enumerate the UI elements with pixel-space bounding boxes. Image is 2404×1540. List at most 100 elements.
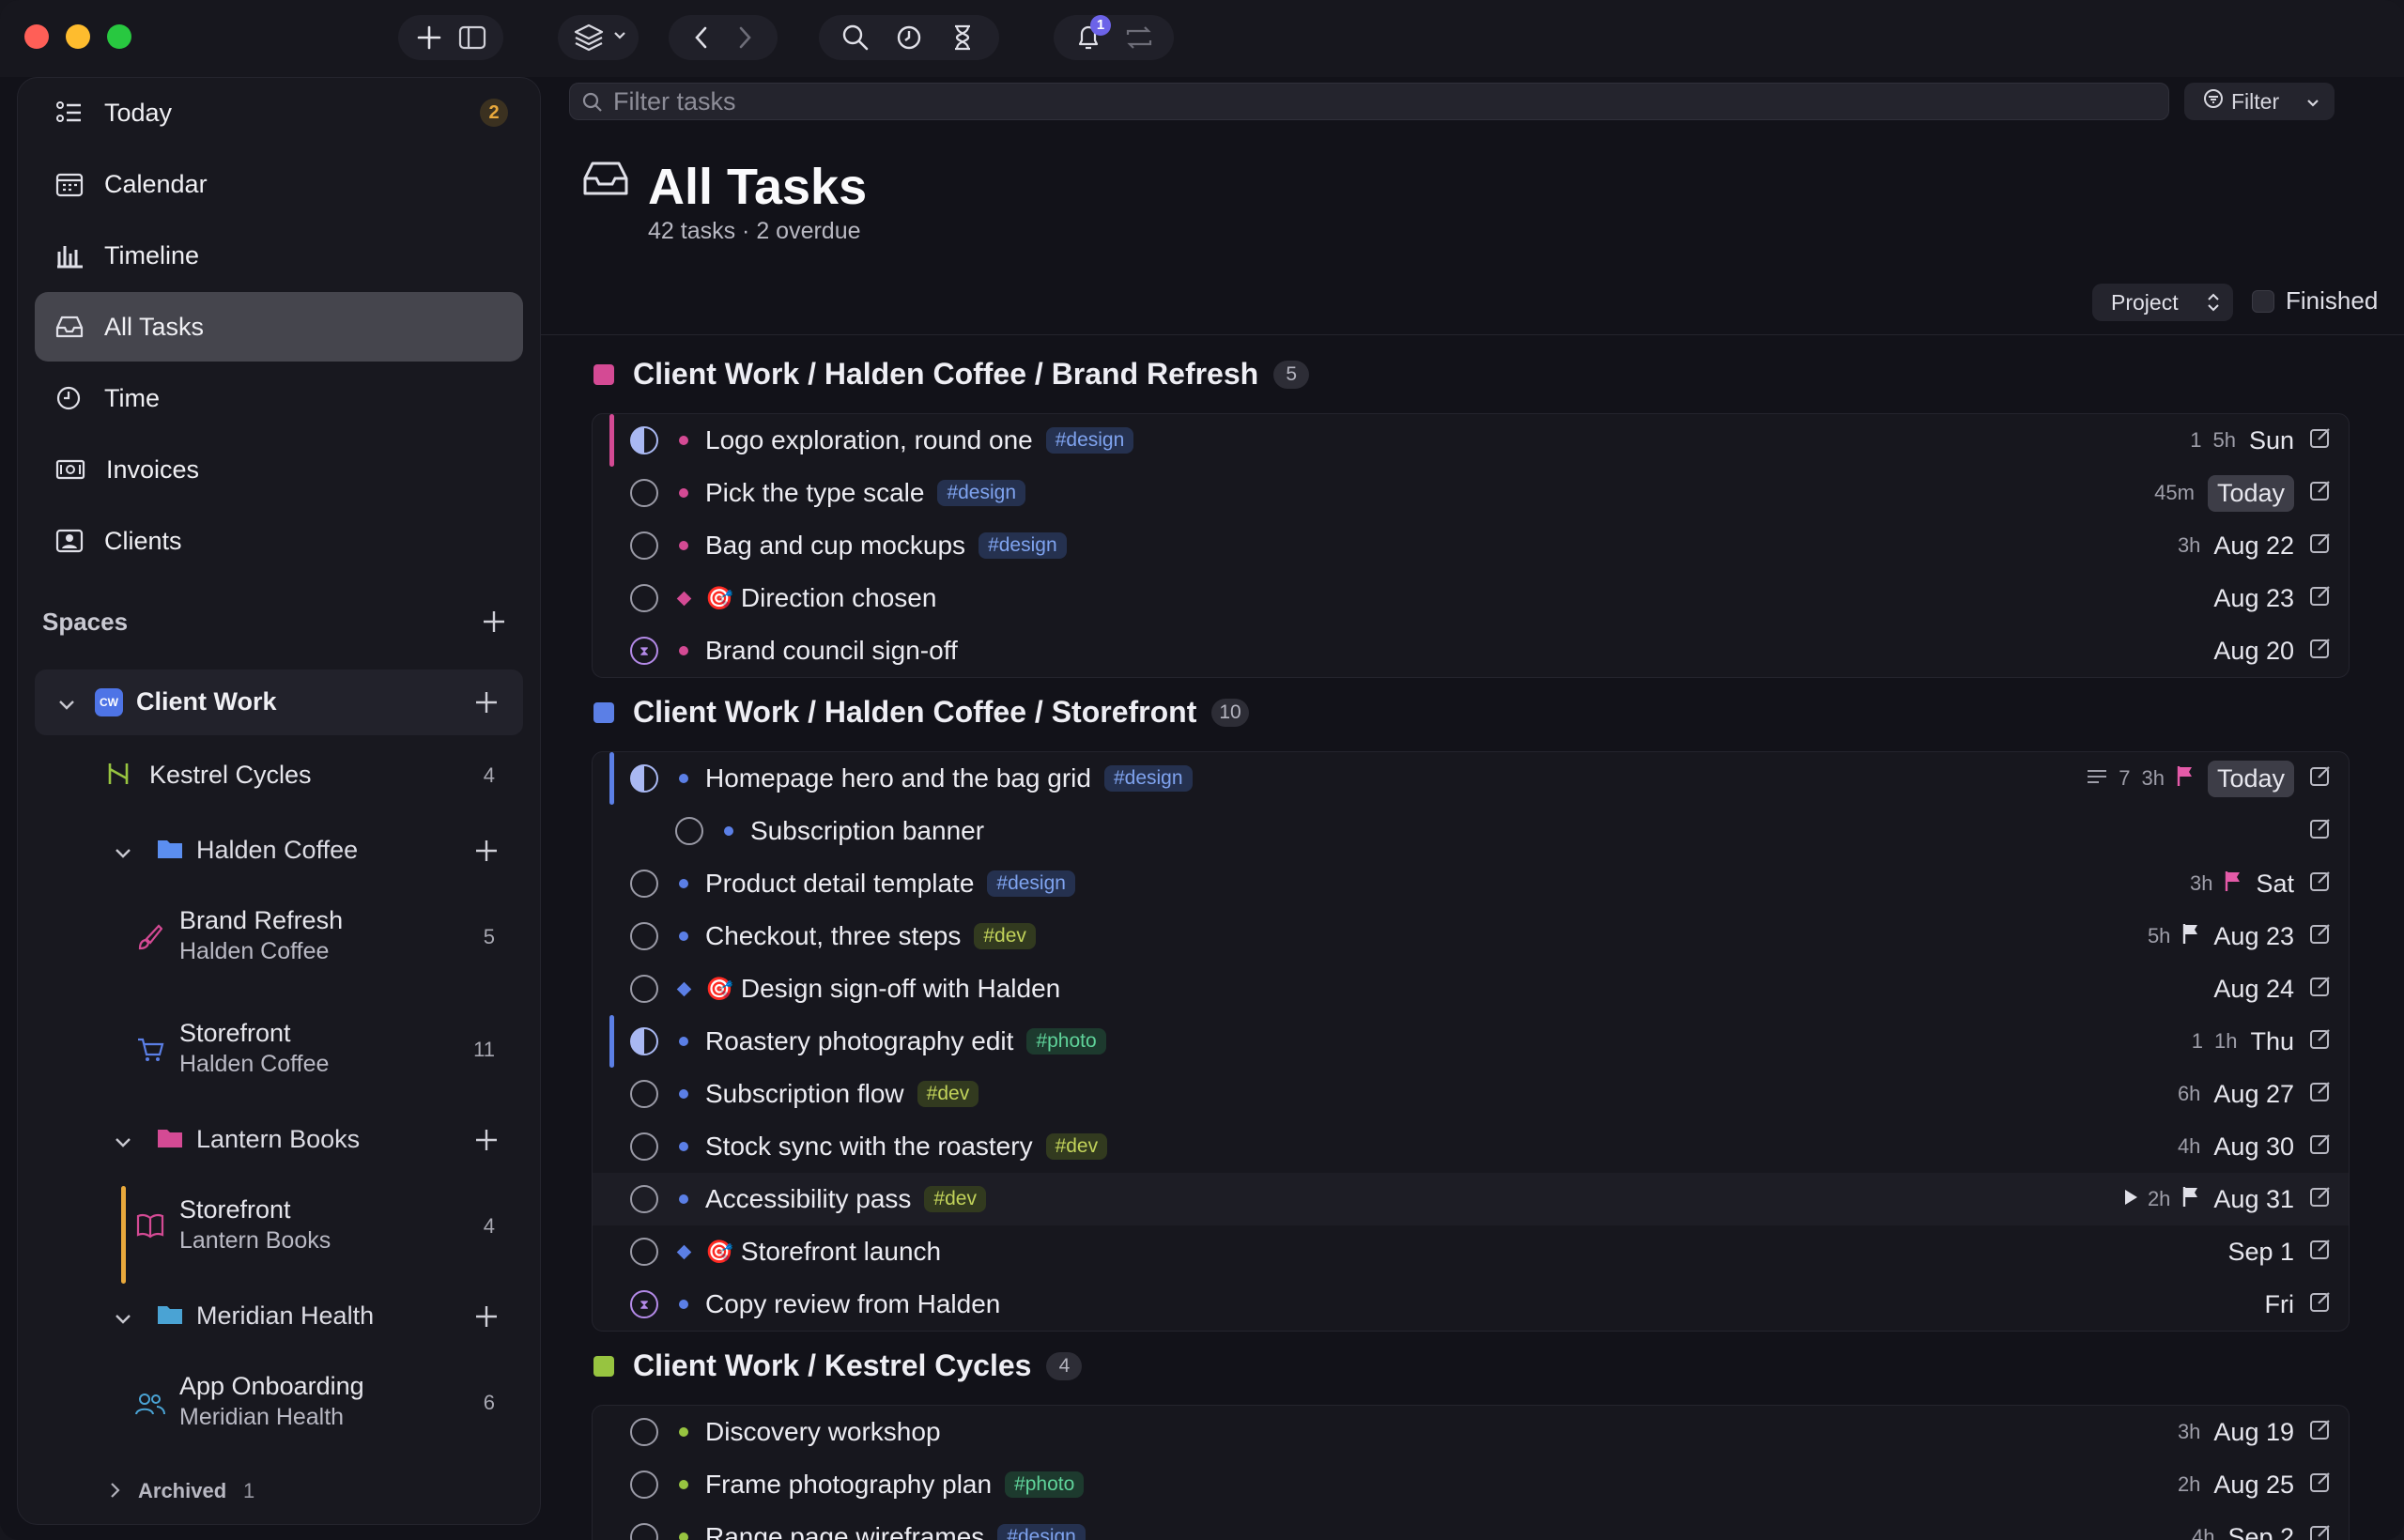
folder-meridian-health[interactable]: Meridian Health xyxy=(35,1287,523,1344)
due-date[interactable]: Fri xyxy=(2265,1290,2294,1319)
task-tag[interactable]: #design xyxy=(979,532,1067,559)
task-row[interactable]: Homepage hero and the bag grid #design 7 3h… xyxy=(593,752,2349,805)
edit-icon[interactable] xyxy=(2309,764,2332,793)
archived-toggle[interactable]: Archived 1 xyxy=(35,1471,523,1509)
sidebar-item-timeline[interactable]: Timeline xyxy=(35,221,523,290)
filter-button[interactable]: Filter xyxy=(2184,83,2335,120)
task-row[interactable]: Checkout, three steps #dev 5h Aug 23 xyxy=(593,910,2349,962)
add-icon[interactable] xyxy=(474,1128,499,1159)
due-date[interactable]: Aug 27 xyxy=(2213,1080,2294,1109)
edit-icon[interactable] xyxy=(2309,870,2332,898)
task-tag[interactable]: #design xyxy=(1103,765,1193,792)
task-checkbox[interactable] xyxy=(675,817,703,845)
task-tag[interactable]: #dev xyxy=(974,923,1036,949)
flag-icon[interactable] xyxy=(2181,922,2200,950)
task-checkbox[interactable] xyxy=(630,1471,658,1499)
task-tag[interactable]: #photo xyxy=(1005,1471,1085,1498)
forward-icon[interactable] xyxy=(723,15,768,60)
task-tag[interactable]: #design xyxy=(987,870,1075,897)
task-checkbox[interactable] xyxy=(630,1523,658,1540)
chevron-down-icon[interactable] xyxy=(114,1306,132,1335)
due-date[interactable]: Thu xyxy=(2250,1027,2294,1056)
task-tag[interactable]: #dev xyxy=(1045,1133,1108,1160)
chevron-down-icon[interactable] xyxy=(114,840,132,870)
task-row[interactable]: Discovery workshop 3h Aug 19 xyxy=(593,1406,2349,1458)
task-checkbox[interactable] xyxy=(630,479,658,507)
minimize-window-button[interactable] xyxy=(66,24,90,49)
sidebar-toggle-icon[interactable] xyxy=(451,15,494,60)
back-icon[interactable] xyxy=(678,15,723,60)
task-row[interactable]: ⧗ Brand council sign-off Aug 20 xyxy=(593,624,2349,677)
add-space-icon[interactable] xyxy=(482,609,506,639)
due-date[interactable]: Aug 19 xyxy=(2213,1418,2294,1447)
search-icon[interactable] xyxy=(833,15,878,60)
space-client-work[interactable]: CW Client Work xyxy=(35,670,523,735)
in-progress-checkbox[interactable] xyxy=(630,426,658,454)
edit-icon[interactable] xyxy=(2309,975,2332,1003)
due-date[interactable]: Aug 23 xyxy=(2213,584,2294,613)
task-checkbox[interactable] xyxy=(630,922,658,950)
flag-icon[interactable] xyxy=(2176,764,2195,793)
group-by-select[interactable]: Project xyxy=(2092,284,2233,321)
due-date[interactable]: Sun xyxy=(2249,426,2294,455)
due-date[interactable]: Aug 31 xyxy=(2213,1185,2294,1214)
due-date[interactable]: Today xyxy=(2207,474,2294,512)
task-row[interactable]: 🎯 Direction chosen Aug 23 xyxy=(593,572,2349,624)
edit-icon[interactable] xyxy=(2309,1238,2332,1266)
task-row[interactable]: Subscription flow #dev 6h Aug 27 xyxy=(593,1068,2349,1120)
task-row[interactable]: Range page wireframes #design 4h Sep 2 xyxy=(593,1511,2349,1540)
task-row[interactable]: Accessibility pass #dev 2h Aug 31 xyxy=(593,1173,2349,1225)
task-checkbox[interactable] xyxy=(630,531,658,560)
task-row[interactable]: Frame photography plan #photo 2h Aug 25 xyxy=(593,1458,2349,1511)
due-date[interactable]: Aug 22 xyxy=(2213,531,2294,561)
sidebar-item-calendar[interactable]: Calendar xyxy=(35,149,523,219)
task-tag[interactable]: #design xyxy=(997,1524,1086,1540)
zoom-window-button[interactable] xyxy=(107,24,131,49)
folder-halden-coffee[interactable]: Halden Coffee xyxy=(35,822,523,878)
sync-icon[interactable] xyxy=(1117,15,1162,60)
flag-icon[interactable] xyxy=(2224,870,2242,898)
task-row[interactable]: Pick the type scale #design 45m Today xyxy=(593,467,2349,519)
edit-icon[interactable] xyxy=(2309,531,2332,560)
edit-icon[interactable] xyxy=(2309,922,2332,950)
task-tag[interactable]: #design xyxy=(1045,427,1134,454)
due-date[interactable]: Aug 20 xyxy=(2213,637,2294,666)
finished-toggle[interactable]: Finished xyxy=(2252,286,2378,316)
group-header[interactable]: Client Work / Kestrel Cycles 4 xyxy=(593,1348,1083,1383)
task-row[interactable]: Bag and cup mockups #design 3h Aug 22 xyxy=(593,519,2349,572)
edit-icon[interactable] xyxy=(2309,1418,2332,1446)
edit-icon[interactable] xyxy=(2309,637,2332,665)
in-progress-checkbox[interactable] xyxy=(630,1027,658,1055)
sidebar-item-today[interactable]: Today 2 xyxy=(35,78,523,147)
project-app-onboarding[interactable]: App Onboarding Meridian Health 6 xyxy=(35,1363,523,1447)
task-row[interactable]: 🎯 Design sign-off with Halden Aug 24 xyxy=(593,962,2349,1015)
hourglass-icon[interactable] xyxy=(940,15,985,60)
add-icon[interactable] xyxy=(474,690,499,721)
add-icon[interactable] xyxy=(474,1304,499,1335)
folder-lantern-books[interactable]: Lantern Books xyxy=(35,1111,523,1167)
edit-icon[interactable] xyxy=(2309,1523,2332,1540)
timer-icon[interactable] xyxy=(886,15,932,60)
close-window-button[interactable] xyxy=(24,24,49,49)
task-tag[interactable]: #dev xyxy=(917,1081,979,1107)
edit-icon[interactable] xyxy=(2309,1027,2332,1055)
add-icon[interactable] xyxy=(408,15,451,60)
project-brand-refresh[interactable]: Brand Refresh Halden Coffee 5 xyxy=(35,897,523,981)
in-progress-checkbox[interactable] xyxy=(630,764,658,793)
task-checkbox[interactable] xyxy=(630,1418,658,1446)
finished-checkbox[interactable] xyxy=(2252,289,2274,313)
waiting-checkbox[interactable]: ⧗ xyxy=(630,1290,658,1318)
task-row[interactable]: ⧗ Copy review from Halden Fri xyxy=(593,1278,2349,1331)
task-tag[interactable]: #photo xyxy=(1026,1028,1106,1055)
task-checkbox[interactable] xyxy=(630,1238,658,1266)
task-checkbox[interactable] xyxy=(630,1080,658,1108)
layers-menu-button[interactable] xyxy=(558,15,639,60)
bell-icon[interactable]: 1 xyxy=(1066,15,1111,60)
edit-icon[interactable] xyxy=(2309,479,2332,507)
filter-input[interactable]: Filter tasks xyxy=(569,83,2169,120)
edit-icon[interactable] xyxy=(2309,1471,2332,1499)
edit-icon[interactable] xyxy=(2309,1185,2332,1213)
due-date[interactable]: Aug 30 xyxy=(2213,1132,2294,1162)
task-row[interactable]: Product detail template #design 3h Sat xyxy=(593,857,2349,910)
task-row[interactable]: 🎯 Storefront launch Sep 1 xyxy=(593,1225,2349,1278)
